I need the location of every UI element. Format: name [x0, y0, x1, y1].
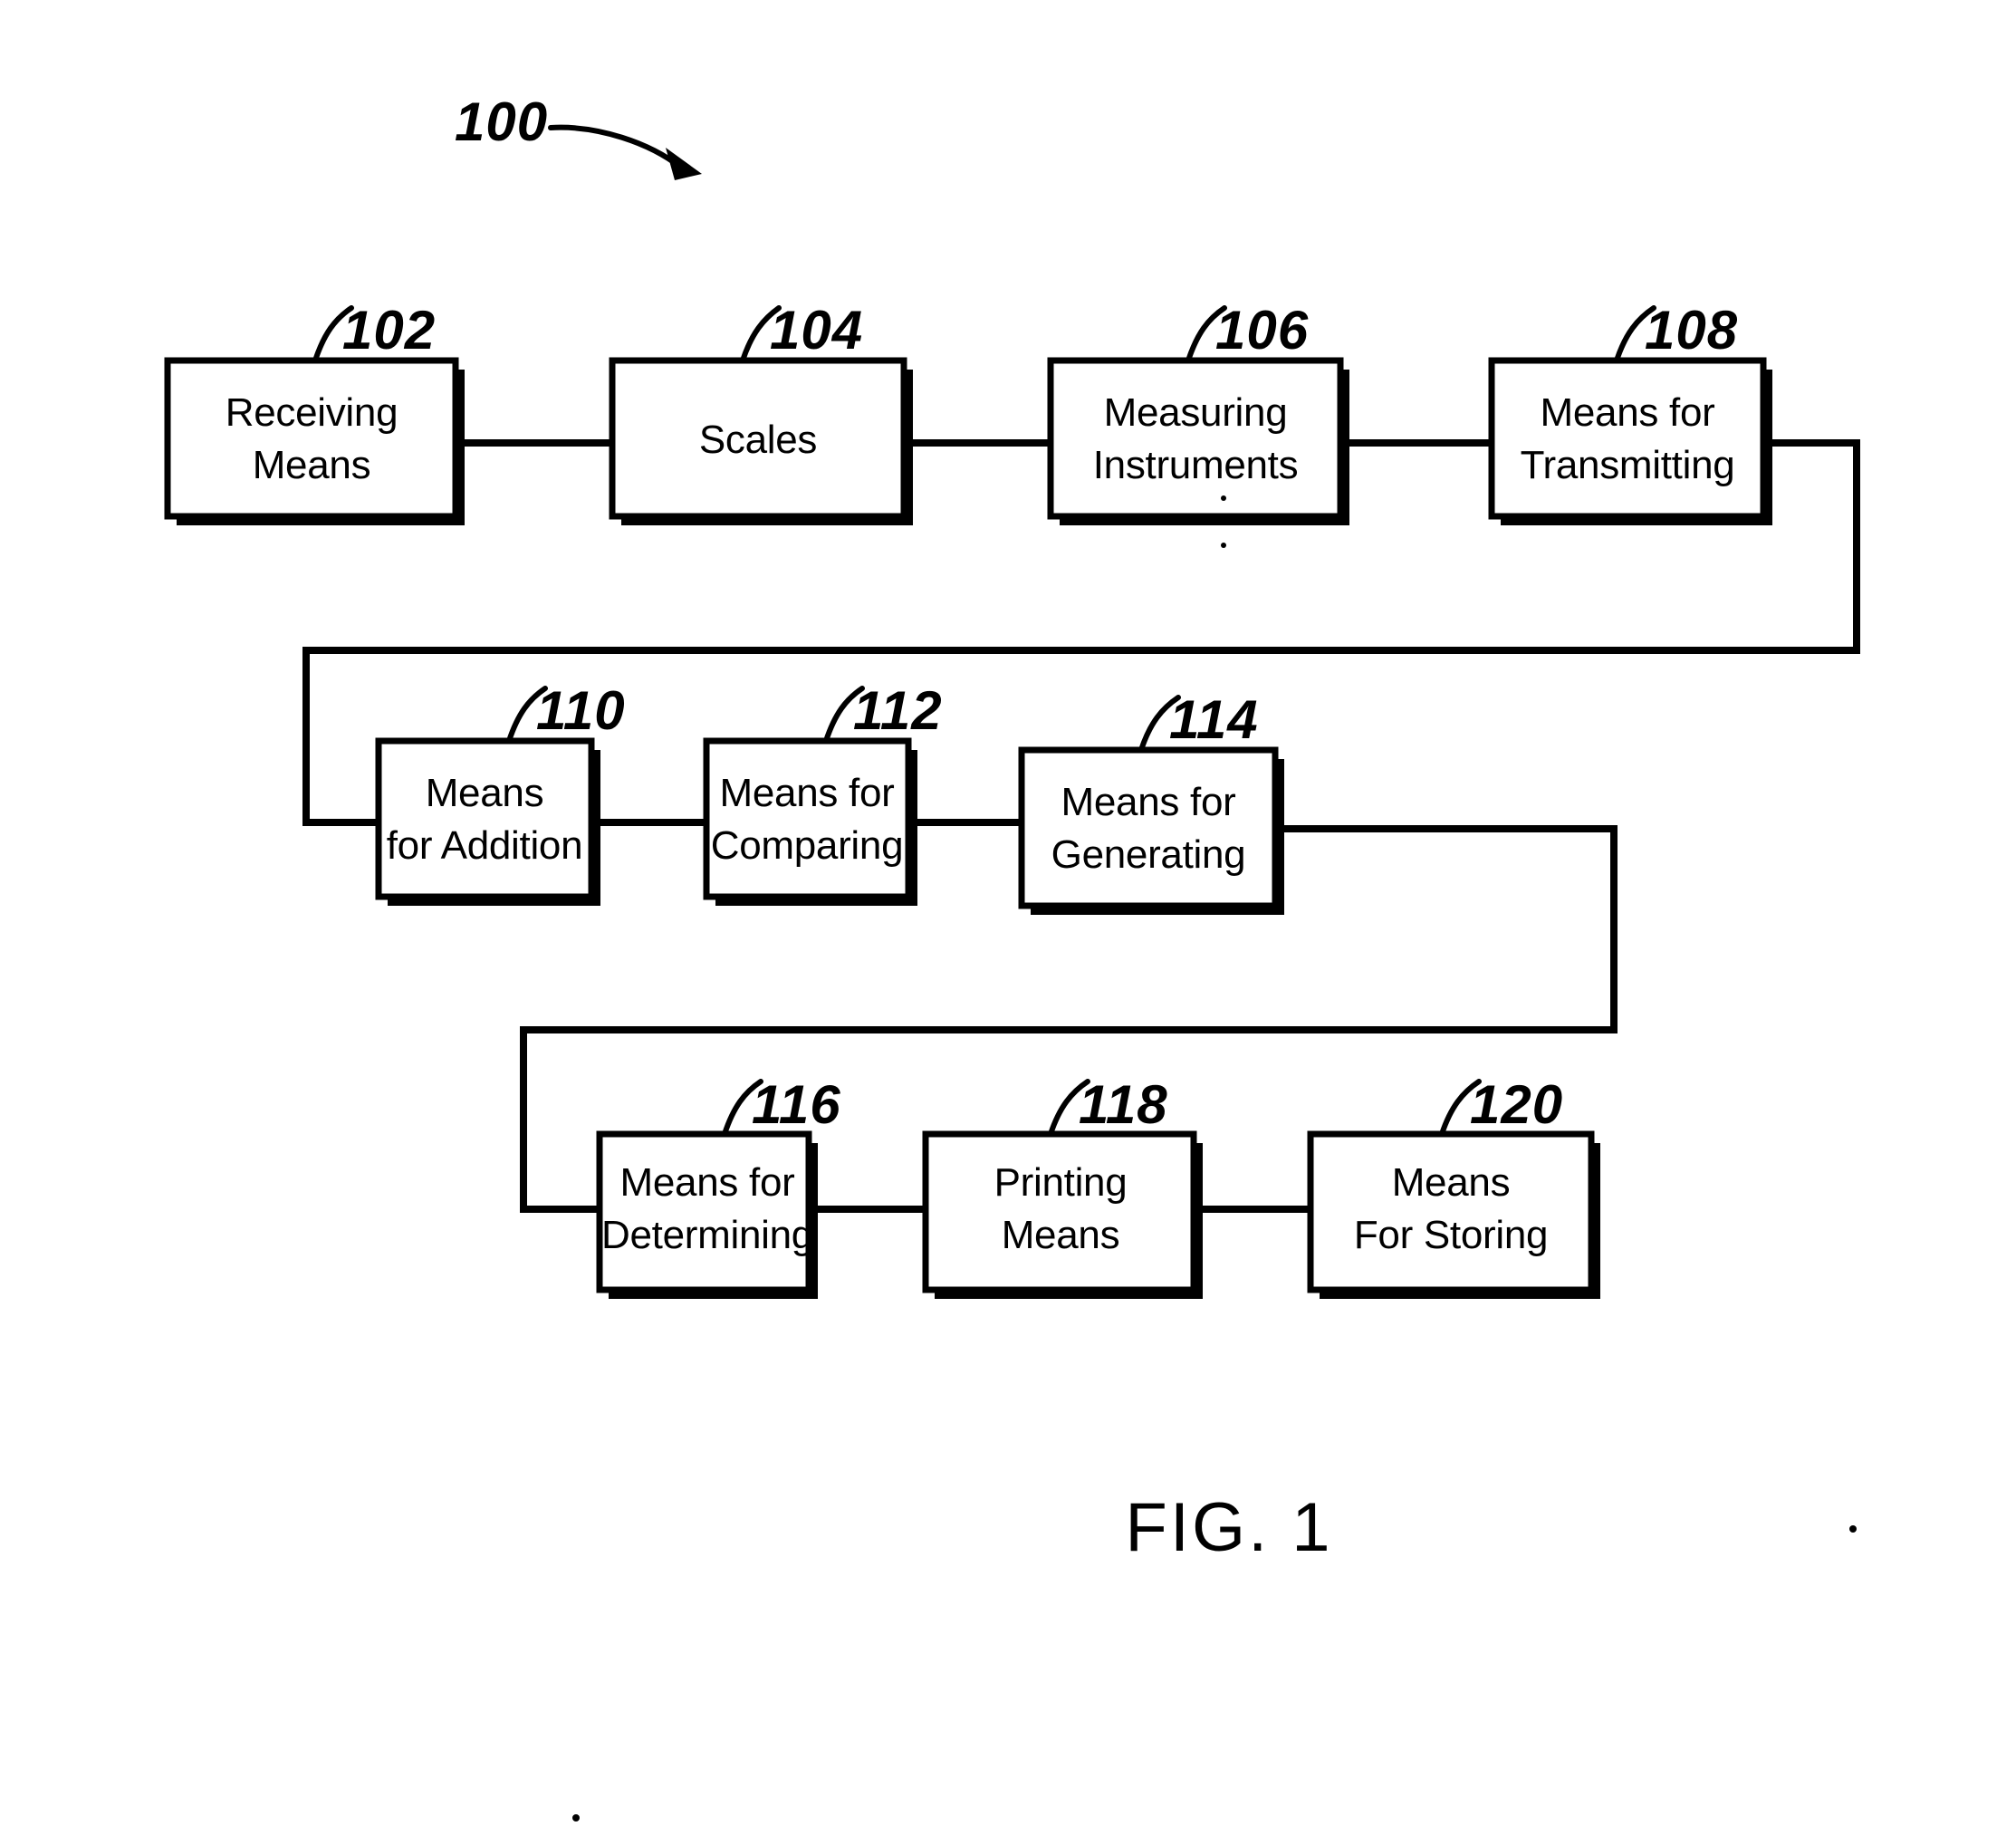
block-118-label-line2: Means	[1002, 1213, 1120, 1257]
block-106-label-line1: Measuring	[1104, 390, 1288, 435]
ref-number-100: 100	[455, 91, 548, 152]
block-diagram-canvas: 100 102 Receiving Means 104 Scales 106 M…	[164, 91, 1860, 1822]
block-116[interactable]: 116 Means for Determining	[596, 1074, 841, 1299]
block-108-label-line2: Transmitting	[1521, 443, 1735, 487]
block-106-rect	[1047, 357, 1344, 520]
block-108-label-line1: Means for	[1541, 390, 1715, 435]
block-118-label-line1: Printing	[994, 1160, 1128, 1205]
block-112[interactable]: 112 Means for Comparing	[703, 680, 943, 906]
block-112-label-line1: Means for	[720, 771, 895, 815]
ref-number-106: 106	[1215, 300, 1309, 360]
scan-speck	[1849, 1525, 1857, 1533]
block-120-rect	[1307, 1130, 1595, 1293]
scan-speck	[1221, 495, 1226, 501]
ref-number-108: 108	[1645, 300, 1738, 360]
block-110-label-line2: for Addition	[387, 823, 583, 868]
patent-figure: 100 102 Receiving Means 104 Scales 106 M…	[0, 0, 2016, 1836]
system-arrow-curve	[548, 124, 684, 170]
block-106[interactable]: 106 Measuring Instruments	[1047, 300, 1349, 548]
block-116-label-line1: Means for	[620, 1160, 795, 1205]
block-102-rect	[164, 357, 459, 520]
block-110-label-line1: Means	[426, 771, 544, 815]
block-116-rect	[596, 1130, 812, 1293]
block-114-label-line1: Means for	[1061, 780, 1236, 824]
block-104[interactable]: 104 Scales	[609, 300, 913, 525]
block-120-label-line1: Means	[1392, 1160, 1511, 1205]
block-114-label-line2: Generating	[1051, 832, 1246, 877]
block-118-rect	[922, 1130, 1197, 1293]
figure-caption: FIG. 1	[1125, 1489, 1332, 1566]
ref-number-104: 104	[770, 300, 863, 360]
block-102[interactable]: 102 Receiving Means	[164, 300, 465, 525]
ref-number-114: 114	[1169, 689, 1259, 750]
ref-number-112: 112	[853, 680, 943, 741]
system-reference-callout: 100	[455, 91, 702, 180]
block-120-label-line2: For Storing	[1354, 1213, 1548, 1257]
block-102-label-line1: Receiving	[226, 390, 398, 435]
block-116-label-line2: Determining	[601, 1213, 813, 1257]
block-108[interactable]: 108 Means for Transmitting	[1488, 300, 1772, 525]
block-108-rect	[1488, 357, 1767, 520]
block-106-label-line2: Instruments	[1093, 443, 1299, 487]
system-arrow-head	[666, 148, 702, 180]
block-114[interactable]: 114 Means for Generating	[1018, 689, 1284, 915]
ref-number-120: 120	[1470, 1074, 1563, 1135]
ref-number-118: 118	[1079, 1074, 1168, 1135]
ref-number-110: 110	[536, 680, 626, 741]
block-112-rect	[703, 737, 912, 900]
block-110[interactable]: 110 Means for Addition	[375, 680, 626, 906]
block-114-rect	[1018, 746, 1279, 909]
block-102-label-line2: Means	[253, 443, 371, 487]
block-118[interactable]: 118 Printing Means	[922, 1074, 1203, 1299]
ref-number-116: 116	[752, 1074, 841, 1135]
scan-speck	[1221, 543, 1226, 548]
block-112-label-line2: Comparing	[711, 823, 904, 868]
block-110-rect	[375, 737, 595, 900]
block-104-label: Scales	[699, 418, 817, 462]
scan-speck	[572, 1814, 580, 1822]
block-120[interactable]: 120 Means For Storing	[1307, 1074, 1600, 1299]
ref-number-102: 102	[342, 300, 436, 360]
